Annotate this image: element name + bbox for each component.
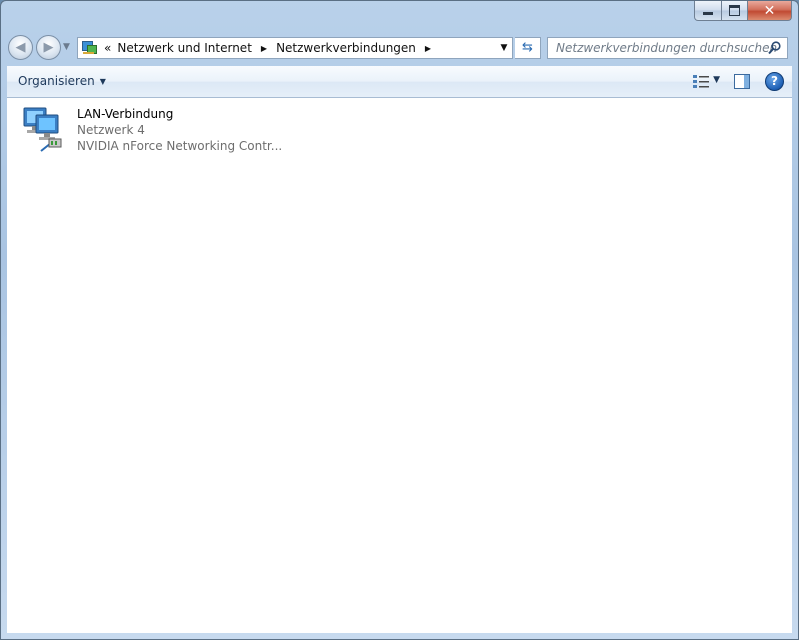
- back-button[interactable]: ◀: [8, 35, 33, 60]
- caption-buttons: ✕: [694, 1, 792, 21]
- breadcrumb-overflow[interactable]: «: [104, 41, 111, 55]
- network-connection-icon: [23, 107, 62, 152]
- maximize-icon: [729, 5, 740, 16]
- help-icon[interactable]: ?: [765, 72, 784, 91]
- refresh-button[interactable]: ⇆: [515, 37, 541, 59]
- arrow-left-icon: ◀: [15, 40, 26, 55]
- breadcrumb-network-internet[interactable]: Netzwerk und Internet: [117, 41, 252, 55]
- maximize-button[interactable]: [722, 1, 748, 21]
- change-view-icon[interactable]: [692, 74, 710, 89]
- connection-network: Netzwerk 4: [77, 123, 145, 137]
- address-history-chevron-down-icon[interactable]: ▼: [496, 38, 512, 58]
- network-connections-window: ✕ ◀ ▶ ▼ « Netzwerk und Internet ▶ Netzwe…: [0, 0, 799, 640]
- preview-pane-icon[interactable]: [734, 74, 750, 89]
- search-icon[interactable]: [768, 41, 781, 55]
- title-bar[interactable]: ✕: [1, 1, 798, 29]
- views-chevron-down-icon[interactable]: ▼: [713, 75, 720, 85]
- navigation-bar: ◀ ▶ ▼ « Netzwerk und Internet ▶ Netzwerk…: [1, 30, 798, 64]
- file-list[interactable]: LAN-Verbindung Netzwerk 4 NVIDIA nForce …: [7, 98, 792, 633]
- list-item[interactable]: LAN-Verbindung Netzwerk 4 NVIDIA nForce …: [21, 105, 283, 157]
- refresh-icon: ⇆: [522, 40, 533, 55]
- minimize-button[interactable]: [694, 1, 722, 21]
- search-input[interactable]: Netzwerkverbindungen durchsuchen: [547, 37, 788, 59]
- search-placeholder: Netzwerkverbindungen durchsuchen: [556, 41, 778, 55]
- command-bar: Organisieren ▼ ▼ ?: [7, 66, 792, 98]
- close-icon: ✕: [763, 2, 776, 19]
- close-button[interactable]: ✕: [748, 1, 792, 21]
- arrow-right-icon: ▶: [43, 40, 54, 55]
- breadcrumb-arrow-icon[interactable]: ▶: [261, 44, 267, 53]
- forward-button[interactable]: ▶: [36, 35, 61, 60]
- connection-name: LAN-Verbindung: [77, 107, 174, 121]
- minimize-icon: [703, 12, 713, 15]
- organize-label: Organisieren: [18, 74, 95, 88]
- connection-adapter: NVIDIA nForce Networking Contr...: [77, 139, 283, 153]
- network-folder-icon: [81, 40, 97, 56]
- breadcrumb-network-connections[interactable]: Netzwerkverbindungen: [276, 41, 416, 55]
- chevron-down-icon: ▼: [99, 77, 106, 86]
- recent-pages-chevron-down-icon[interactable]: ▼: [63, 42, 70, 52]
- breadcrumb-arrow-icon[interactable]: ▶: [425, 44, 431, 53]
- organize-button[interactable]: Organisieren ▼: [18, 74, 106, 88]
- address-bar[interactable]: « Netzwerk und Internet ▶ Netzwerkverbin…: [77, 37, 513, 59]
